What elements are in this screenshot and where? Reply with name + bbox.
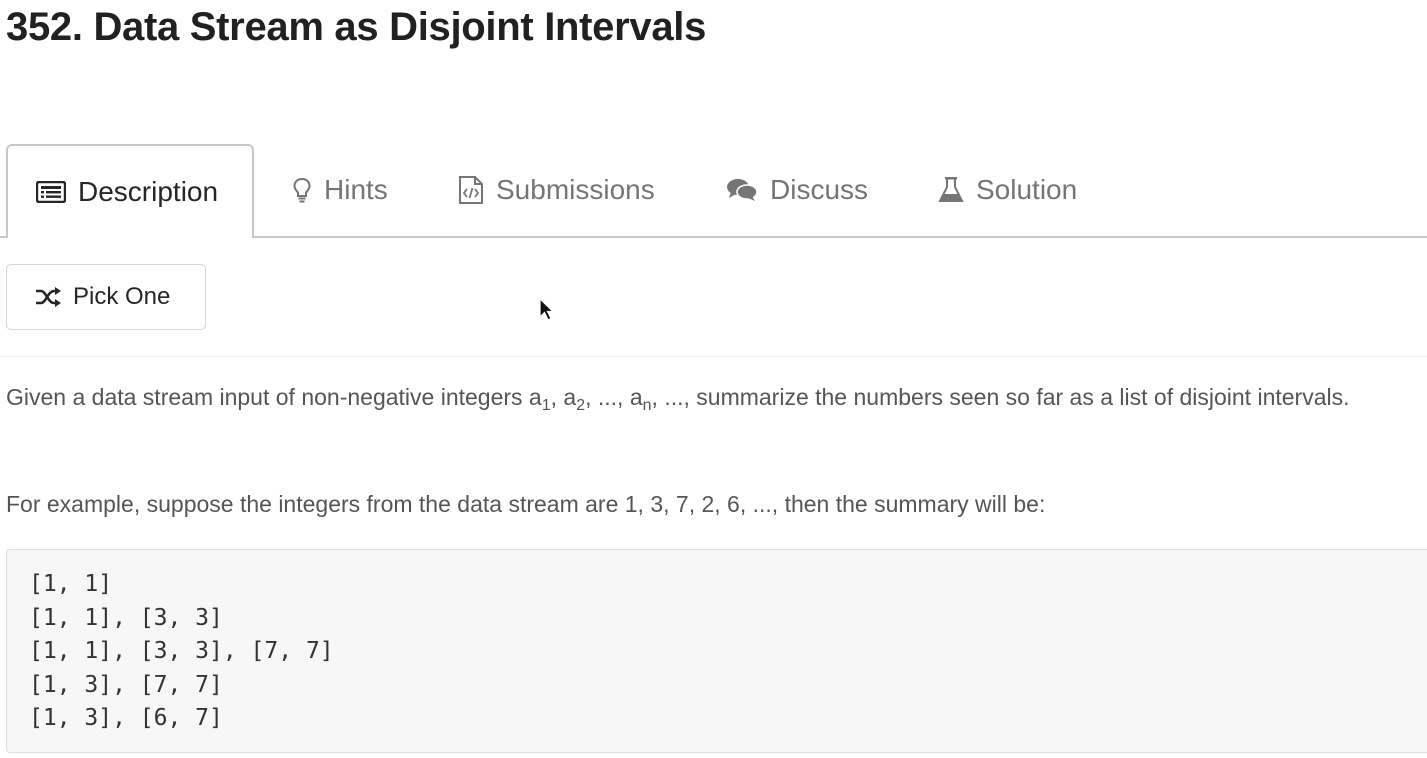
code-line: [1, 1], [3, 3]	[29, 604, 223, 631]
subscript: 2	[576, 397, 586, 414]
tab-discuss[interactable]: Discuss	[726, 144, 868, 236]
description-text: , ..., a	[585, 384, 643, 410]
code-line: [1, 3], [7, 7]	[29, 671, 223, 698]
tab-discuss-label: Discuss	[770, 174, 869, 205]
example-paragraph: For example, suppose the integers from t…	[6, 491, 1046, 517]
mouse-pointer-icon	[539, 297, 555, 327]
flask-icon	[938, 176, 964, 204]
description-paragraph: Given a data stream input of non-negativ…	[6, 377, 1421, 418]
description-icon	[36, 181, 66, 203]
comments-icon	[726, 177, 758, 203]
code-line: [1, 1]	[29, 571, 113, 597]
description-text: , ..., summarize the numbers seen so far…	[651, 384, 1350, 410]
description-text: , a	[550, 384, 577, 410]
tab-submissions[interactable]: Submissions	[458, 144, 655, 236]
tab-description-label: Description	[78, 176, 219, 207]
pick-one-label: Pick One	[73, 283, 171, 310]
tab-description[interactable]: Description	[6, 144, 254, 238]
tab-hints-label: Hints	[324, 174, 388, 205]
shuffle-icon	[35, 287, 61, 307]
code-line: [1, 3], [6, 7]	[29, 705, 223, 731]
subscript: 1	[541, 397, 551, 414]
tab-solution-label: Solution	[976, 174, 1078, 205]
subscript: n	[642, 397, 652, 414]
page-title: 352. Data Stream as Disjoint Intervals	[6, 5, 707, 49]
code-file-icon	[458, 175, 484, 205]
problem-page: 352. Data Stream as Disjoint Intervals D…	[0, 0, 1427, 758]
description-text: Given a data stream input of non-negativ…	[6, 384, 542, 410]
lightbulb-icon	[292, 177, 312, 203]
tab-bar: Description Hints Submissions Discuss So…	[0, 144, 1427, 238]
example-code-block: [1, 1] [1, 1], [3, 3] [1, 1], [3, 3], [7…	[6, 549, 1427, 753]
content-divider	[0, 356, 1427, 357]
pick-one-button[interactable]: Pick One	[6, 264, 206, 330]
tab-hints[interactable]: Hints	[292, 144, 388, 236]
tab-submissions-label: Submissions	[496, 174, 655, 205]
code-line: [1, 1], [3, 3], [7, 7]	[29, 638, 334, 664]
tab-solution[interactable]: Solution	[938, 144, 1077, 236]
